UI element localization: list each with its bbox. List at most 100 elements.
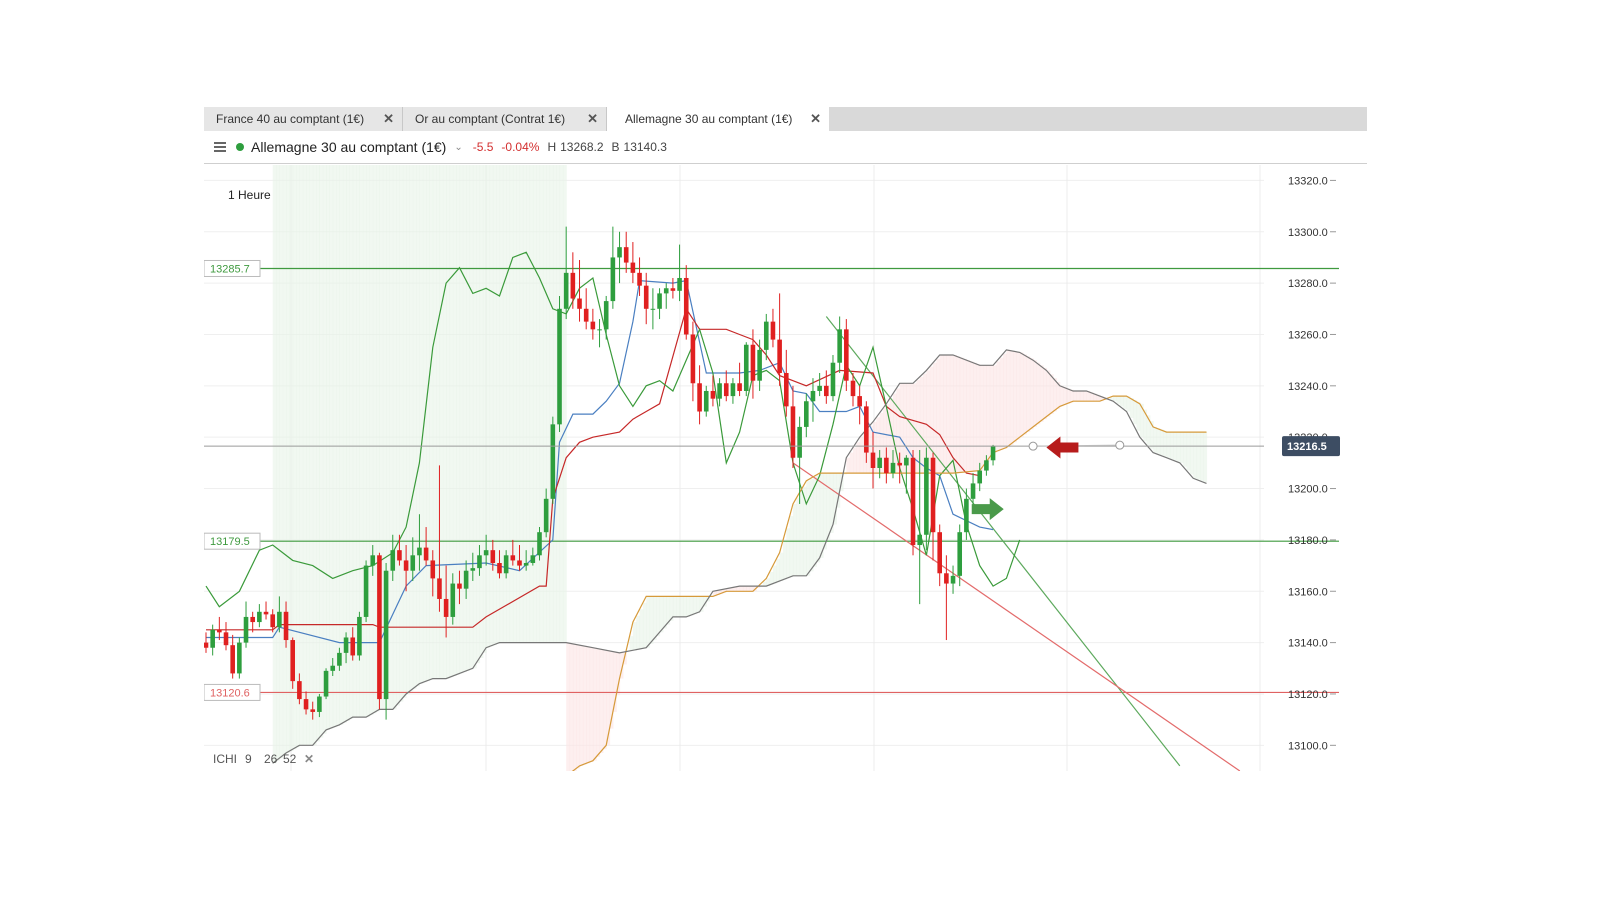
candle-body (457, 583, 462, 589)
y-tick-label: 13280.0 (1288, 278, 1328, 290)
candle-body (670, 288, 676, 291)
candle-body (257, 611, 262, 623)
candle-body (830, 362, 836, 397)
candle-body (777, 339, 782, 373)
candle-body (550, 424, 556, 499)
market-status-dot (236, 143, 244, 151)
candle-body (964, 498, 969, 533)
tab-label: France 40 au comptant (1€) (216, 112, 365, 126)
drawing-handle[interactable] (1115, 440, 1125, 450)
candle-body (703, 390, 709, 412)
price-chart[interactable]: 13285.7 13179.5 13120.6 13320.0 13300.0 1328… (204, 165, 1367, 771)
candle-body (810, 390, 816, 402)
candle-body (917, 534, 922, 546)
candle-body (597, 329, 602, 331)
candle-body (610, 257, 616, 302)
instrument-name: Allemagne 30 au comptant (1€) (251, 139, 447, 155)
candle-body (697, 383, 702, 412)
candle-body (410, 555, 416, 571)
candle-body (910, 457, 916, 546)
candle-body (237, 642, 242, 674)
candle-body (210, 629, 215, 648)
y-tick-label: 13100.0 (1288, 740, 1328, 752)
candle-body (517, 560, 522, 566)
candle-body (977, 470, 983, 484)
y-tick-label: 13320.0 (1288, 175, 1328, 187)
candle-body (530, 555, 536, 564)
candle-body (283, 611, 289, 641)
candle-body (944, 573, 949, 584)
green-right-arrow[interactable] (971, 498, 1004, 521)
candle-body (797, 426, 802, 458)
price-change-percent: -0.04% (501, 140, 540, 154)
candle-body (723, 383, 729, 397)
candle-body (643, 285, 649, 309)
candle-body (790, 406, 796, 458)
last-price-label: 13216.5 (1287, 441, 1327, 453)
close-icon[interactable]: ✕ (383, 111, 394, 127)
candle-body (557, 308, 562, 425)
tab-france-40[interactable]: France 40 au comptant (1€) ✕ (204, 107, 403, 131)
candle-body (297, 681, 302, 700)
trendline[interactable] (792, 462, 1241, 771)
candle-body (263, 611, 269, 615)
candle-body (937, 532, 942, 574)
high-label: H (547, 140, 557, 154)
candle-body (710, 390, 716, 399)
candle-body (223, 632, 229, 646)
candle-body (323, 670, 329, 697)
indicator-param: 9 (245, 752, 252, 766)
candle-body (677, 277, 682, 291)
candle-body (877, 457, 882, 468)
hamburger-icon[interactable] (214, 142, 226, 152)
candle-body (357, 616, 362, 656)
candle-body (763, 321, 769, 350)
candle-body (317, 696, 322, 712)
candle-body (443, 598, 449, 617)
tab-or[interactable]: Or au comptant (Contrat 1€) ✕ (403, 107, 607, 131)
candle-body (884, 457, 889, 474)
candle-body (783, 372, 789, 407)
candle-body (543, 498, 549, 533)
candle-body (250, 616, 255, 623)
drawing-handle[interactable] (1028, 441, 1038, 451)
close-icon[interactable]: ✕ (810, 111, 821, 127)
candle-body (844, 329, 849, 381)
candle-body (603, 301, 609, 330)
candle-body (397, 550, 402, 561)
candle-body (850, 380, 856, 397)
candle-body (837, 329, 842, 363)
tab-allemagne-30[interactable]: Allemagne 30 au comptant (1€) ✕ (607, 107, 829, 131)
candle-body (243, 616, 249, 643)
candle-body (730, 383, 736, 397)
candle-body (383, 570, 389, 700)
candle-body (957, 532, 963, 576)
close-icon[interactable]: ✕ (304, 752, 314, 766)
chevron-down-icon[interactable]: ⌄ (454, 142, 462, 153)
candle-body (824, 385, 829, 397)
candle-body (563, 272, 569, 309)
red-left-arrow[interactable] (1046, 436, 1079, 459)
indicator-param: 52 (283, 752, 297, 766)
level-label: 13285.7 (210, 263, 250, 275)
candle-body (370, 555, 376, 566)
candle-body (897, 462, 902, 466)
y-tick-label: 13260.0 (1288, 329, 1328, 341)
candle-body (310, 709, 316, 712)
close-icon[interactable]: ✕ (587, 111, 598, 127)
y-tick-label: 13140.0 (1288, 638, 1328, 650)
tab-bar: France 40 au comptant (1€) ✕ Or au compt… (204, 107, 1367, 131)
candle-body (363, 565, 369, 617)
price-change: -5.5 (472, 140, 494, 154)
candle-body (804, 401, 809, 427)
candle-body (864, 406, 869, 453)
y-tick-label: 13200.0 (1288, 484, 1328, 496)
instrument-toolbar: Allemagne 30 au comptant (1€) ⌄ -5.5 -0.… (204, 131, 1367, 164)
y-tick-label: 13120.0 (1288, 689, 1328, 701)
low-label: B (611, 140, 620, 154)
candle-body (537, 532, 542, 556)
high-value: 13268.2 (560, 140, 604, 154)
tab-label: Allemagne 30 au comptant (1€) (625, 112, 793, 126)
candle-body (577, 298, 582, 309)
candle-body (230, 645, 235, 674)
